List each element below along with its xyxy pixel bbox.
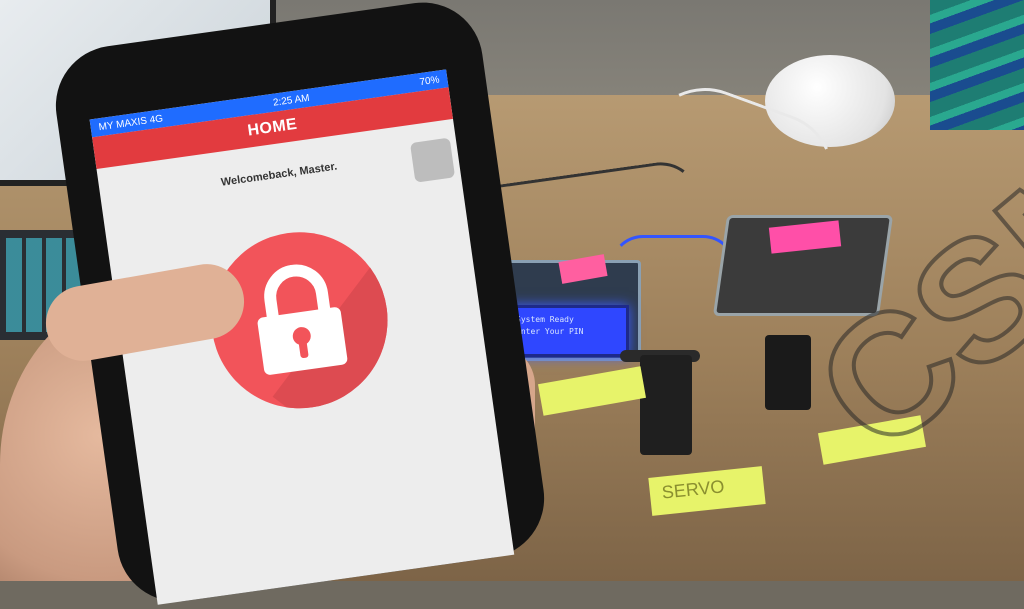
- lcd-line-1: System Ready: [516, 315, 574, 324]
- clock-label: 2:25 AM: [272, 92, 311, 109]
- lock-icon: [257, 264, 348, 375]
- fabric: [930, 0, 1024, 130]
- lcd-line-2: Enter Your PIN: [516, 327, 584, 336]
- page-title: HOME: [246, 115, 299, 140]
- lcd-display: System Ready Enter Your PIN: [507, 305, 629, 357]
- battery-label: 70%: [418, 73, 441, 88]
- servo-motor: [640, 355, 692, 455]
- toggle-button[interactable]: [409, 137, 456, 183]
